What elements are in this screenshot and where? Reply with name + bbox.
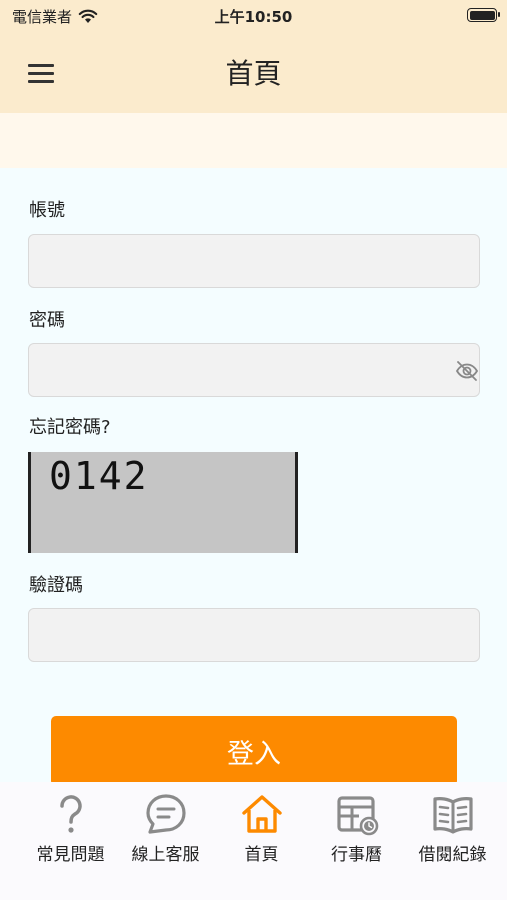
verification-label: 驗證碼	[29, 575, 83, 596]
account-label: 帳號	[29, 200, 65, 221]
tab-calendar[interactable]: 行事曆	[306, 792, 407, 865]
clock: 上午10:50	[214, 8, 293, 26]
account-input[interactable]	[28, 234, 480, 288]
question-icon	[59, 795, 82, 833]
tab-online-service[interactable]: 線上客服	[115, 792, 216, 865]
verification-input[interactable]	[28, 608, 480, 662]
book-icon	[432, 797, 473, 834]
tab-borrow-records-label: 借閱紀錄	[418, 845, 487, 865]
banner-strip	[0, 113, 507, 168]
battery-icon	[467, 8, 500, 22]
status-bar: 電信業者 上午10:50	[0, 0, 507, 30]
calendar-icon	[336, 796, 378, 836]
chat-icon	[145, 794, 186, 834]
tab-borrow-records[interactable]: 借閱紀錄	[402, 792, 503, 865]
home-icon	[241, 795, 282, 833]
tab-faq-label: 常見問題	[36, 845, 105, 865]
login-button[interactable]: 登入	[51, 716, 457, 786]
forgot-password-link[interactable]: 忘記密碼?	[29, 413, 111, 439]
tab-online-service-label: 線上客服	[131, 845, 200, 865]
tab-home[interactable]: 首頁	[211, 792, 312, 865]
password-label: 密碼	[29, 310, 65, 331]
page-title: 首頁	[225, 57, 282, 90]
tab-home-label: 首頁	[244, 845, 279, 865]
nav-bar: 首頁	[0, 30, 507, 113]
tab-bar: 常見問題 線上客服 首頁 行事曆 借閱紀錄	[0, 782, 507, 900]
tab-calendar-label: 行事曆	[331, 845, 382, 865]
captcha-image[interactable]: 0142	[28, 452, 298, 553]
eye-off-icon[interactable]	[454, 358, 480, 384]
password-input[interactable]	[28, 343, 480, 397]
captcha-code: 0142	[49, 454, 149, 498]
tab-faq[interactable]: 常見問題	[20, 792, 121, 865]
